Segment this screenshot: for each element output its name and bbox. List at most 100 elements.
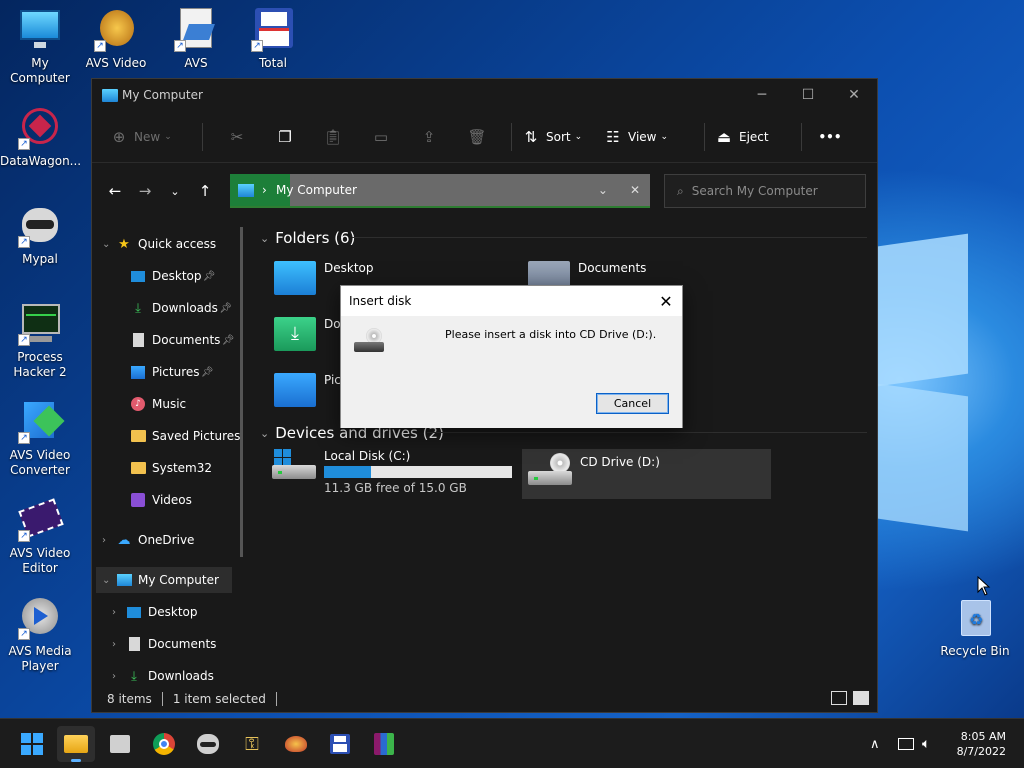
folder-tile-pictures[interactable]: Pic <box>274 373 341 407</box>
folder-tile-downloads[interactable]: ⤓ Do <box>274 317 341 351</box>
desktop-icon-datawagon[interactable]: ↗ DataWagon... <box>0 106 80 169</box>
chevron-down-icon: ⌄ <box>574 131 583 142</box>
sidebar-item-pc-downloads[interactable]: › ⤓ Downloads <box>112 663 214 686</box>
paste-button[interactable]: 📋︎ <box>309 122 357 152</box>
sidebar-item-pc-documents[interactable]: › Documents <box>112 631 216 657</box>
dialog-close-button[interactable]: ✕ <box>650 286 682 316</box>
taskbar-app-globe[interactable] <box>277 726 315 762</box>
back-button[interactable]: ← <box>100 176 130 206</box>
pictures-icon <box>130 364 146 380</box>
address-dropdown-icon[interactable]: ⌄ <box>598 183 608 197</box>
document-icon <box>130 332 146 348</box>
desktop-icon-avs-converter[interactable]: ↗ AVS Video Converter <box>0 400 80 478</box>
desktop-icon-avs-remaker[interactable]: ↗ AVS Video ReMaker <box>76 8 156 68</box>
desktop-icon-avs-player[interactable]: ↗ AVS Media Player <box>0 596 80 674</box>
rename-icon: ▭ <box>373 127 389 146</box>
desktop-icon-avs-document[interactable]: ↗ AVS Document <box>156 8 236 68</box>
sort-button[interactable]: ⇅ Sort ⌄ <box>522 122 604 152</box>
chrome-icon <box>153 733 175 755</box>
sidebar-scrollbar[interactable] <box>240 227 243 557</box>
details-view-icon[interactable] <box>831 691 847 705</box>
chevron-down-icon: ⌄ <box>170 184 180 198</box>
volume-icon[interactable]: 🔈︎ <box>922 719 930 768</box>
drive-tile-local-disk[interactable]: Local Disk (C:) 11.3 GB free of 15.0 GB <box>272 449 517 497</box>
taskbar-winrar[interactable] <box>365 726 403 762</box>
taskbar-file-explorer[interactable] <box>57 726 95 762</box>
view-list-icon: ☷ <box>606 127 620 146</box>
pin-icon: 📌︎ <box>200 366 214 378</box>
sidebar-item-documents[interactable]: Documents 📌︎ <box>130 327 234 353</box>
close-button[interactable]: ✕ <box>831 79 877 111</box>
document-icon <box>126 636 142 652</box>
arrow-left-icon: ← <box>108 182 122 200</box>
process-hacker-icon: ↗ <box>18 302 62 346</box>
sidebar-item-quick-access[interactable]: ⌄ ★ Quick access <box>102 231 216 257</box>
desktop-icon-my-computer[interactable]: My Computer <box>0 8 80 86</box>
eject-button[interactable]: ⏏ Eject <box>715 122 791 152</box>
search-box[interactable]: ⌕ <box>664 174 866 208</box>
start-button[interactable] <box>13 726 51 762</box>
computer-icon <box>116 572 132 588</box>
sort-arrows-icon: ⇅ <box>524 127 538 146</box>
sidebar-item-videos[interactable]: Videos <box>130 487 192 513</box>
desktop-icon-avs-editor[interactable]: ↗ AVS Video Editor <box>0 498 80 576</box>
drive-tile-cd-drive[interactable]: CD Drive (D:) <box>522 449 771 499</box>
folders-group-header[interactable]: ⌄ Folders (6) <box>260 229 355 247</box>
desktop-icon-total-commander[interactable]: ↗ Total Commander <box>233 8 313 68</box>
tray-overflow-chevron[interactable]: ∧ <box>870 719 880 768</box>
sidebar-item-music[interactable]: ♪ Music <box>130 391 186 417</box>
star-icon: ★ <box>118 236 130 252</box>
new-button[interactable]: ⊕ New ⌄ <box>110 122 192 152</box>
chevron-right-icon: › <box>112 670 116 682</box>
cut-button[interactable]: ✂ <box>213 122 261 152</box>
taskbar-chrome[interactable] <box>145 726 183 762</box>
sidebar-item-my-computer[interactable]: ⌄ My Computer <box>96 567 232 593</box>
view-button[interactable]: ☷ View ⌄ <box>604 122 694 152</box>
network-icon[interactable] <box>898 719 914 768</box>
taskbar-total-commander[interactable] <box>321 726 359 762</box>
sidebar-item-onedrive[interactable]: › ☁ OneDrive <box>102 527 194 553</box>
rename-button[interactable]: ▭ <box>357 122 405 152</box>
copy-button[interactable]: ❐ <box>261 122 309 152</box>
sidebar-item-pc-desktop[interactable]: › Desktop <box>112 599 198 625</box>
minimize-button[interactable]: ─ <box>739 79 785 111</box>
sidebar-item-pictures[interactable]: Pictures 📌︎ <box>130 359 214 385</box>
desktop-icon-mypal[interactable]: ↗ Mypal <box>0 204 80 267</box>
chevron-right-icon: › <box>262 183 267 197</box>
desktop-icon-recycle-bin[interactable]: ♻ Recycle Bin <box>935 596 1015 659</box>
sidebar-item-desktop[interactable]: Desktop 📌︎ <box>130 263 216 289</box>
view-toggle <box>831 691 869 705</box>
share-button[interactable]: ⇪ <box>405 122 453 152</box>
tiles-view-icon[interactable] <box>853 691 869 705</box>
maximize-button[interactable]: ☐ <box>785 79 831 111</box>
sidebar-item-saved-pictures[interactable]: Saved Pictures <box>130 423 240 449</box>
address-clear-icon[interactable]: ✕ <box>630 183 640 197</box>
cancel-button[interactable]: Cancel <box>596 393 669 414</box>
chevron-down-icon: ⌄ <box>164 131 172 142</box>
drive-free-space: 11.3 GB free of 15.0 GB <box>324 481 467 495</box>
sidebar-item-downloads[interactable]: ⤓ Downloads 📌︎ <box>130 295 232 321</box>
system-clock[interactable]: 8:05 AM 8/7/2022 <box>957 729 1006 759</box>
drive-usage-bar <box>324 466 512 478</box>
forward-button[interactable]: → <box>130 176 160 206</box>
trash-icon: 🗑︎ <box>467 127 487 146</box>
dialog-body: Please insert a disk into CD Drive (D:).… <box>341 316 682 428</box>
desktop-icon-process-hacker[interactable]: ↗ Process Hacker 2 <box>0 302 80 380</box>
taskbar-keys-app[interactable]: ⚿ <box>233 726 271 762</box>
recent-locations-button[interactable]: ⌄ <box>160 176 190 206</box>
delete-button[interactable]: 🗑︎ <box>453 122 501 152</box>
up-button[interactable]: ↑ <box>190 176 220 206</box>
more-options-button[interactable]: ••• <box>812 122 848 152</box>
navigation-bar: ← → ⌄ ↑ › My Computer ⌄ ✕ ⌕ <box>92 173 877 209</box>
search-input[interactable] <box>691 184 842 198</box>
address-bar[interactable]: › My Computer ⌄ ✕ <box>230 174 650 208</box>
dialog-title-bar[interactable]: Insert disk <box>341 286 682 316</box>
window-title: My Computer <box>122 88 203 102</box>
taskbar-store[interactable] <box>101 726 139 762</box>
winrar-icon <box>374 733 394 755</box>
hard-drive-icon <box>272 449 316 479</box>
sidebar-item-system32[interactable]: System32 <box>130 455 212 481</box>
taskbar-mypal[interactable] <box>189 726 227 762</box>
avs-remaker-icon: ↗ <box>94 8 138 52</box>
address-path[interactable]: My Computer <box>276 183 357 197</box>
